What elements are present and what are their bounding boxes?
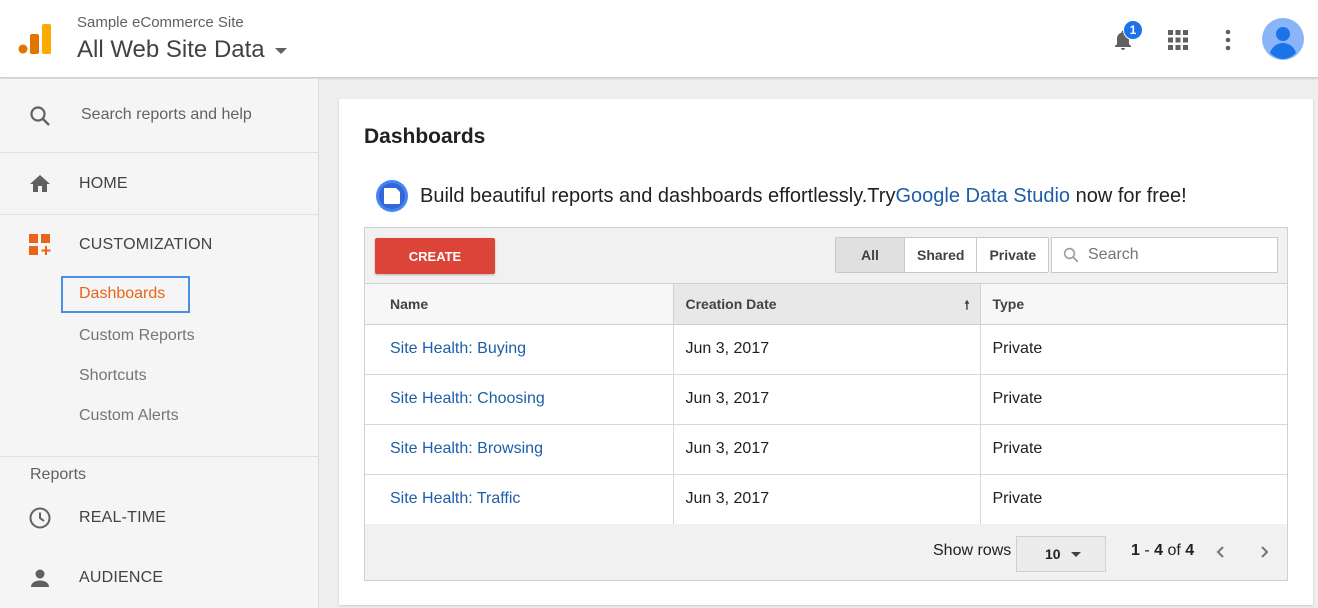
promo-text-suffix: now for free! bbox=[1070, 184, 1187, 207]
chevron-right-icon bbox=[1261, 546, 1269, 558]
sidebar-item-customization[interactable]: CUSTOMIZATION bbox=[0, 215, 319, 275]
pagination-info: 1 - 4 of 4 bbox=[1131, 542, 1194, 560]
dashboards-table: Name Creation Date 🠕 Type Site Health: B… bbox=[365, 284, 1287, 525]
search-input[interactable] bbox=[1088, 246, 1268, 264]
show-rows-label: Show rows bbox=[933, 542, 1012, 559]
customization-icon bbox=[29, 234, 51, 255]
sidebar-item-label: REAL-TIME bbox=[79, 509, 167, 526]
of-label: of bbox=[1163, 542, 1186, 559]
table-row: Site Health: Buying Jun 3, 2017 Private bbox=[365, 324, 1287, 375]
create-button[interactable]: CREATE bbox=[375, 238, 495, 274]
notifications-button[interactable]: 1 bbox=[1103, 20, 1143, 60]
table-row: Site Health: Traffic Jun 3, 2017 Private bbox=[365, 474, 1287, 525]
clock-icon bbox=[29, 507, 51, 529]
dashboards-table-panel: CREATE All Shared Private Name Creation bbox=[364, 227, 1288, 581]
dashboard-link[interactable]: Site Health: Traffic bbox=[390, 490, 520, 507]
range-start: 1 bbox=[1131, 542, 1140, 559]
search-icon bbox=[30, 106, 50, 126]
sidebar-subitem-custom-alerts[interactable]: Custom Alerts bbox=[79, 407, 179, 425]
person-icon bbox=[31, 569, 49, 587]
account-avatar-icon bbox=[1262, 18, 1304, 60]
account-name: Sample eCommerce Site bbox=[77, 14, 244, 31]
sidebar-item-audience[interactable]: AUDIENCE bbox=[0, 548, 319, 608]
search-placeholder: Search reports and help bbox=[81, 106, 252, 123]
creation-date-cell: Jun 3, 2017 bbox=[673, 324, 981, 375]
filter-private[interactable]: Private bbox=[977, 238, 1048, 272]
table-search bbox=[1051, 237, 1278, 273]
ownership-filter: All Shared Private bbox=[835, 237, 1050, 273]
sidebar-subitem-dashboards[interactable]: Dashboards bbox=[61, 276, 190, 313]
view-name: All Web Site Data bbox=[77, 36, 265, 63]
account-avatar[interactable] bbox=[1262, 18, 1304, 60]
next-page-button[interactable] bbox=[1250, 538, 1278, 566]
chevron-down-icon bbox=[274, 48, 287, 54]
analytics-logo-icon[interactable] bbox=[18, 22, 52, 56]
sidebar: Search reports and help HOME CUSTOMIZATI… bbox=[0, 79, 319, 608]
column-header-name[interactable]: Name bbox=[365, 284, 674, 325]
notification-badge: 1 bbox=[1123, 20, 1143, 40]
sidebar-item-label: CUSTOMIZATION bbox=[79, 236, 213, 253]
table-row: Site Health: Browsing Jun 3, 2017 Privat… bbox=[365, 424, 1287, 475]
data-studio-link[interactable]: Google Data Studio bbox=[895, 185, 1070, 208]
table-footer: Show rows 10 1 - 4 of 4 bbox=[365, 524, 1287, 580]
creation-date-cell: Jun 3, 2017 bbox=[673, 474, 981, 525]
sidebar-divider bbox=[0, 456, 319, 457]
data-studio-promo: Build beautiful reports and dashboards e… bbox=[375, 179, 1187, 213]
sidebar-item-realtime[interactable]: REAL-TIME bbox=[0, 488, 319, 548]
rows-per-page-value: 10 bbox=[1045, 546, 1061, 562]
type-cell: Private bbox=[980, 374, 1287, 425]
apps-grid-icon bbox=[1168, 30, 1188, 50]
promo-text: Build beautiful reports and dashboards e… bbox=[420, 184, 896, 207]
filter-shared[interactable]: Shared bbox=[905, 238, 978, 272]
range-end: 4 bbox=[1154, 542, 1164, 559]
view-selector[interactable]: All Web Site Data bbox=[77, 36, 287, 64]
column-header-label: Creation Date bbox=[685, 295, 777, 312]
reports-heading: Reports bbox=[30, 466, 87, 483]
filter-all[interactable]: All bbox=[836, 238, 905, 272]
type-cell: Private bbox=[980, 474, 1287, 525]
more-options-button[interactable] bbox=[1208, 20, 1248, 60]
table-header-row: Name Creation Date 🠕 Type bbox=[365, 284, 1287, 325]
search-icon bbox=[1063, 247, 1079, 263]
creation-date-cell: Jun 3, 2017 bbox=[673, 424, 981, 475]
type-cell: Private bbox=[980, 424, 1287, 475]
table-row: Site Health: Choosing Jun 3, 2017 Privat… bbox=[365, 374, 1287, 425]
more-vert-icon bbox=[1225, 29, 1231, 51]
sidebar-subitem-custom-reports[interactable]: Custom Reports bbox=[79, 327, 195, 345]
rows-per-page-select[interactable]: 10 bbox=[1016, 536, 1106, 572]
table-toolbar: CREATE All Shared Private bbox=[365, 228, 1287, 284]
creation-date-cell: Jun 3, 2017 bbox=[673, 374, 981, 425]
column-header-creation-date[interactable]: Creation Date 🠕 bbox=[673, 284, 981, 325]
sidebar-item-label: AUDIENCE bbox=[79, 569, 164, 586]
prev-page-button[interactable] bbox=[1207, 538, 1235, 566]
dashboard-link[interactable]: Site Health: Buying bbox=[390, 340, 526, 357]
dashboard-link[interactable]: Site Health: Choosing bbox=[390, 390, 545, 407]
dashboard-link[interactable]: Site Health: Browsing bbox=[390, 440, 543, 457]
sidebar-item-label: HOME bbox=[79, 175, 128, 192]
data-studio-icon bbox=[376, 180, 408, 212]
top-header: Sample eCommerce Site All Web Site Data … bbox=[0, 0, 1318, 78]
apps-button[interactable] bbox=[1158, 20, 1198, 60]
type-cell: Private bbox=[980, 324, 1287, 375]
total-count: 4 bbox=[1185, 542, 1195, 559]
range-separator: - bbox=[1139, 542, 1155, 559]
sidebar-item-home[interactable]: HOME bbox=[0, 154, 319, 214]
chevron-down-icon bbox=[1070, 551, 1081, 557]
page-title: Dashboards bbox=[364, 125, 486, 148]
sidebar-search[interactable]: Search reports and help bbox=[0, 79, 319, 153]
chevron-left-icon bbox=[1216, 546, 1224, 558]
column-header-type[interactable]: Type bbox=[980, 284, 1287, 325]
dashboards-card: Dashboards Build beautiful reports and d… bbox=[339, 99, 1313, 605]
sort-arrow-icon: 🠕 bbox=[964, 298, 970, 312]
sidebar-subitem-shortcuts[interactable]: Shortcuts bbox=[79, 367, 147, 385]
home-icon bbox=[30, 175, 50, 192]
